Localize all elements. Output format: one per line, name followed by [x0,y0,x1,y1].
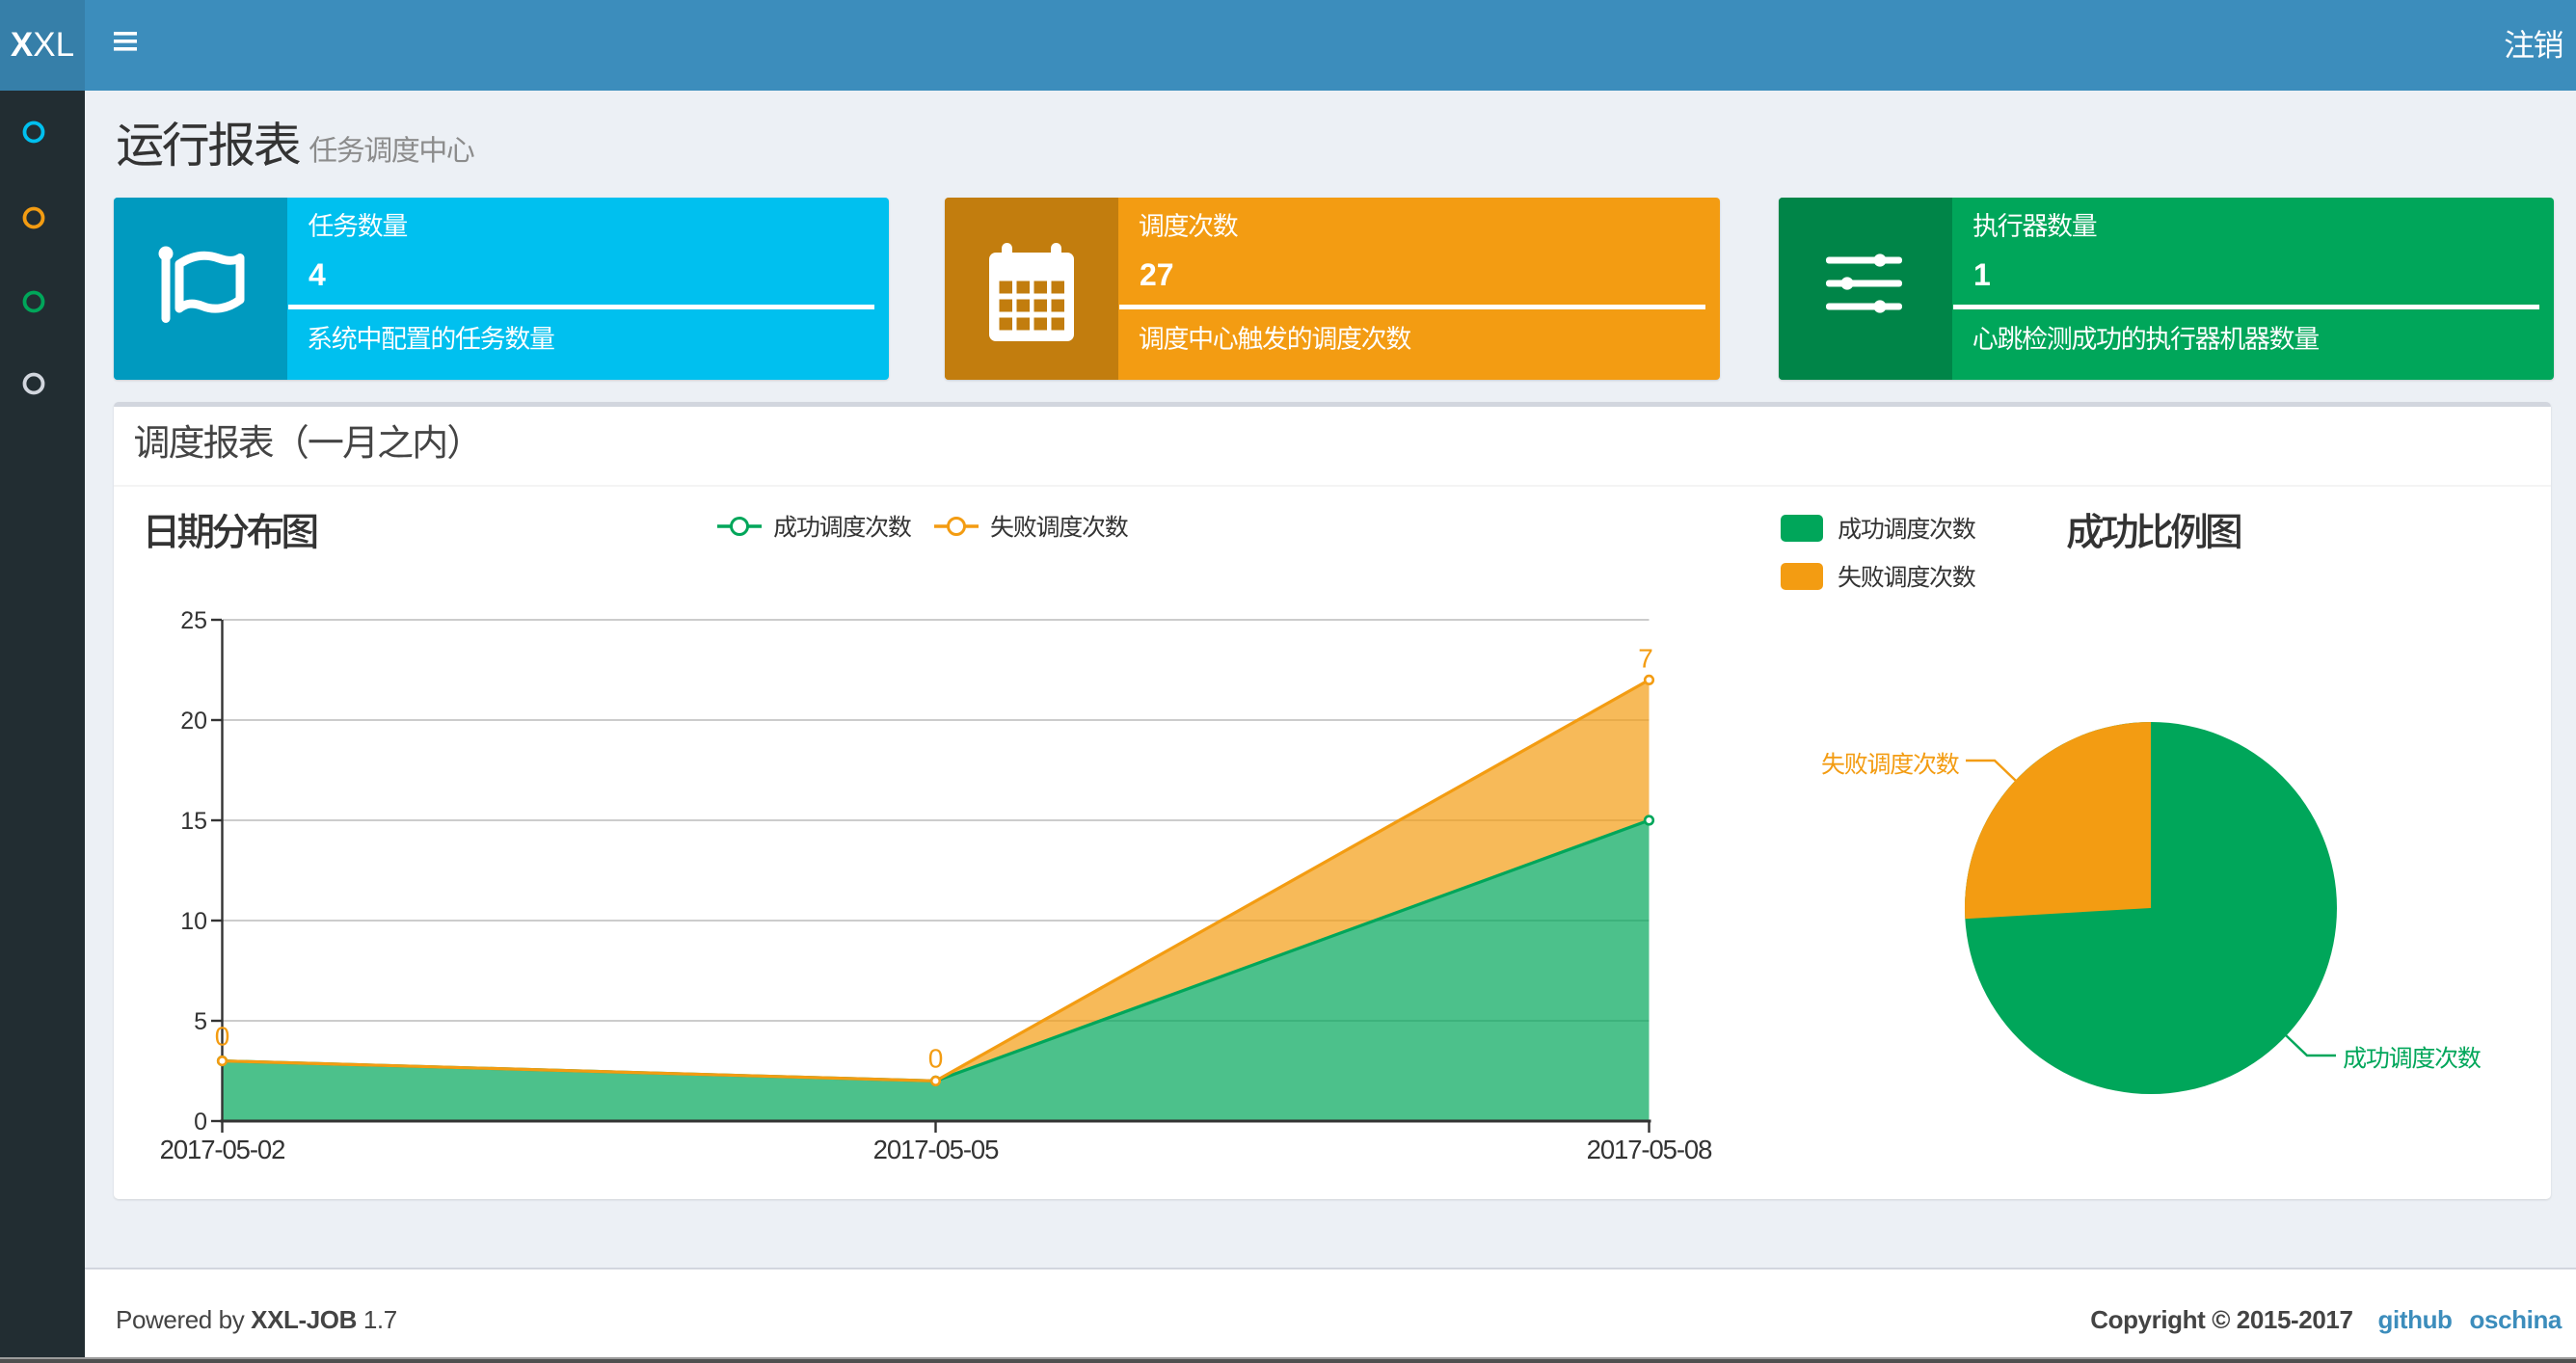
svg-text:2017-05-05: 2017-05-05 [873,1135,999,1164]
svg-text:15: 15 [180,808,207,835]
svg-text:27: 27 [1140,257,1174,292]
svg-text:0: 0 [928,1043,944,1073]
svg-text:0: 0 [194,1109,207,1136]
svg-text:7: 7 [1638,643,1653,673]
svg-text:5: 5 [194,1008,207,1035]
svg-text:25: 25 [180,607,207,634]
svg-text:4: 4 [309,257,326,292]
svg-text:0: 0 [215,1022,230,1052]
svg-text:20: 20 [180,708,207,735]
svg-text:2017-05-02: 2017-05-02 [160,1135,285,1164]
svg-text:2017-05-08: 2017-05-08 [1587,1135,1712,1164]
svg-text:10: 10 [180,908,207,935]
svg-text:1: 1 [1973,257,1991,292]
